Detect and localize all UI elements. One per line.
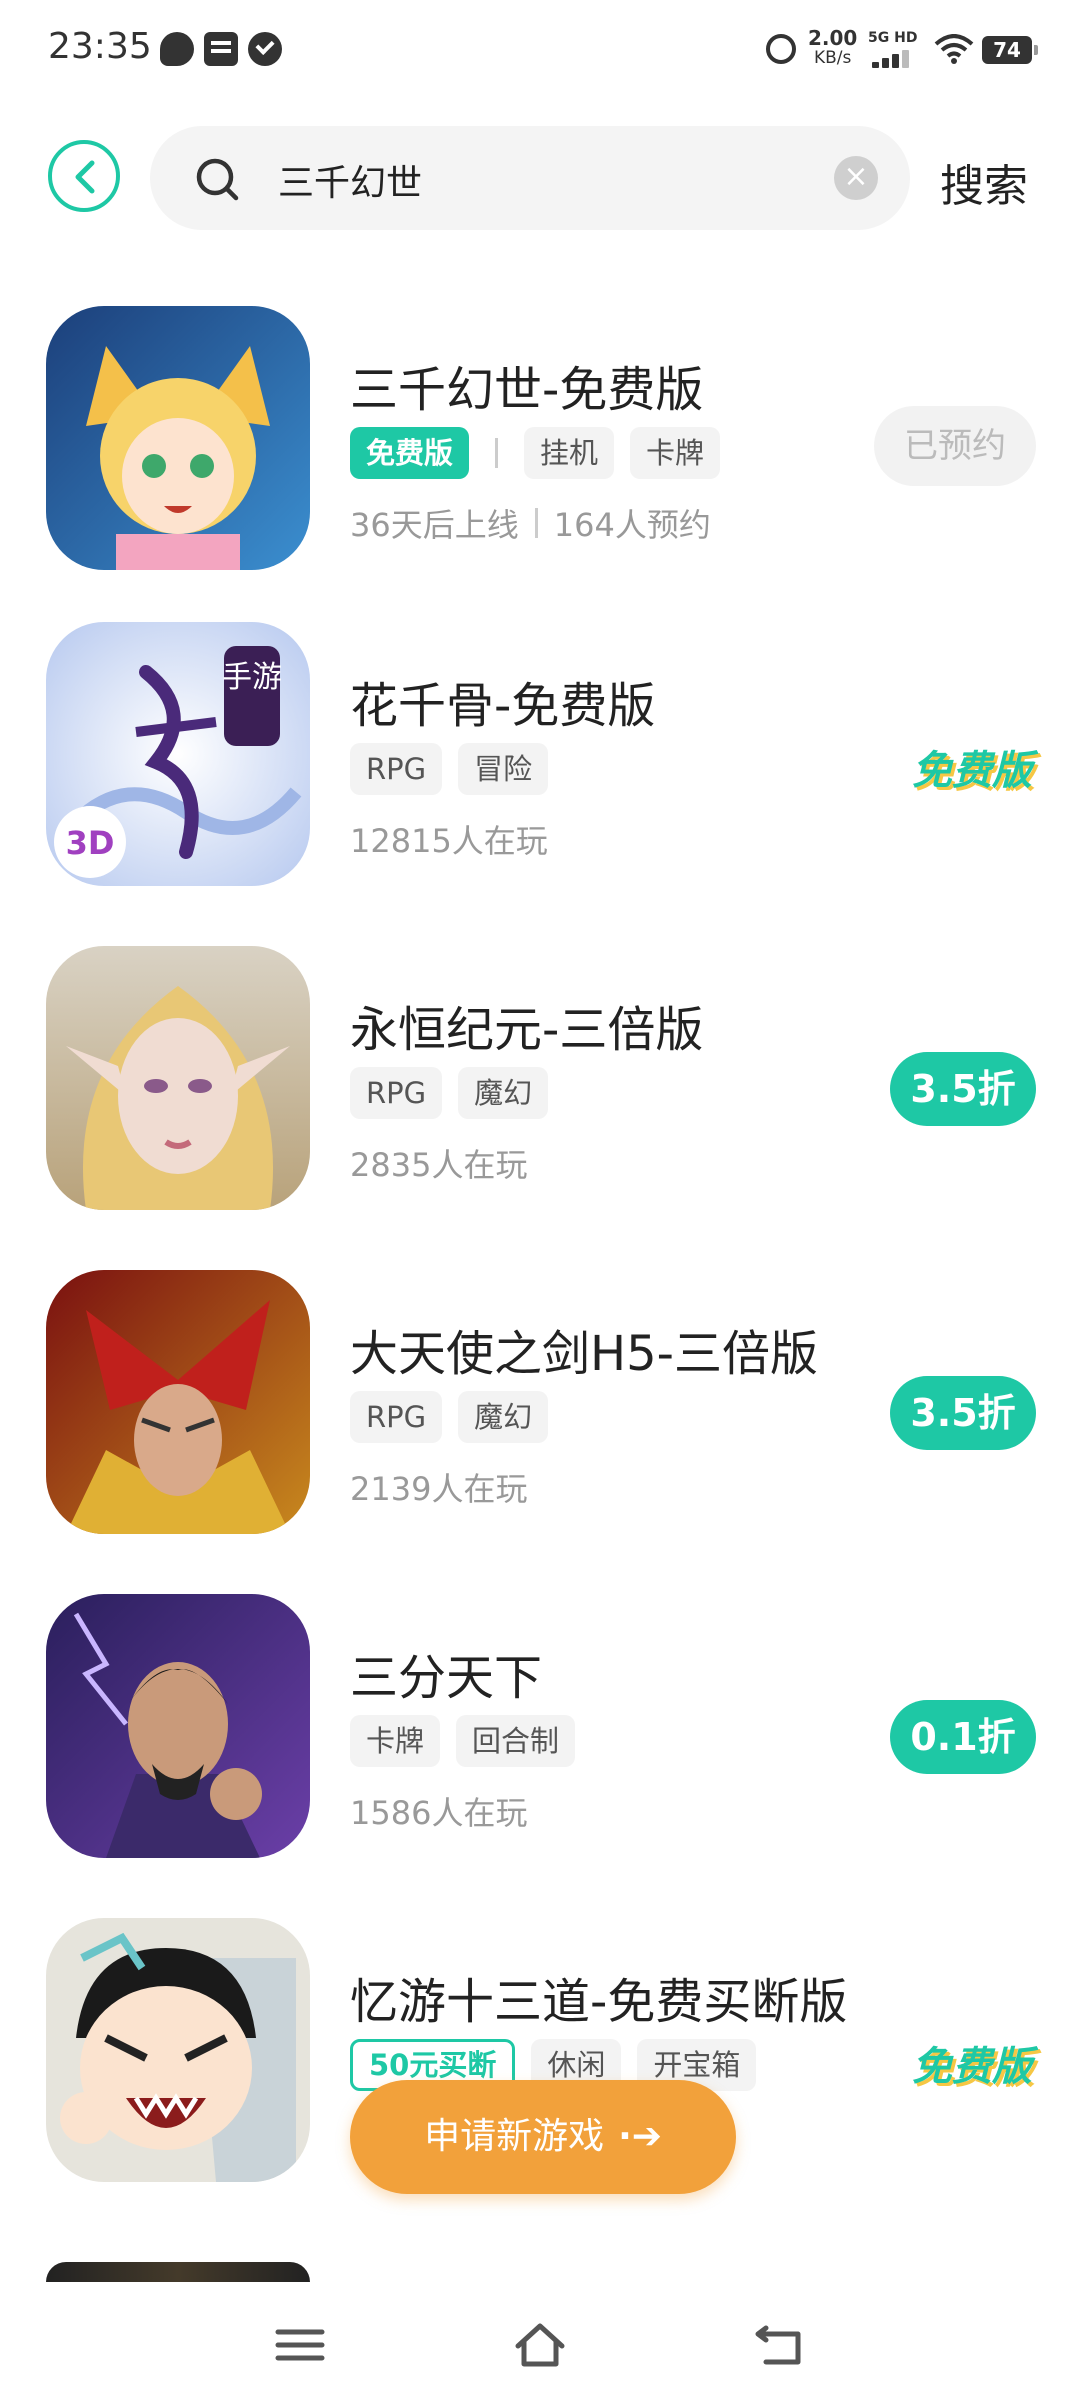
game-icon-yiyoushisandao[interactable]	[46, 1918, 310, 2182]
search-icon	[196, 158, 239, 201]
tag: 卡牌	[630, 427, 721, 479]
reserved-button[interactable]: 已预约	[874, 406, 1036, 486]
player-count: 12815人在玩	[350, 822, 548, 860]
game-icon-huaqiangu[interactable]: 手游 3D	[46, 622, 310, 886]
game-icon-yonghengjiyuan[interactable]	[46, 946, 310, 1210]
system-nav-bar	[0, 2290, 1080, 2400]
network-speed: 2.00 KB/s	[808, 28, 857, 68]
divider	[495, 438, 499, 468]
reservation-count: 164人预约	[553, 506, 711, 544]
game-meta: 12815人在玩	[350, 816, 548, 862]
list-item[interactable]: 手游 3D 花千骨-免费版 RPG 冒险 12815人在玩 免费版	[0, 622, 1080, 922]
tag-list: RPG 冒险	[350, 742, 564, 796]
icon-label: 手游	[222, 660, 282, 695]
status-bar: 23:35 2.00 KB/s 5G HD 74	[0, 0, 1080, 100]
chevron-left-icon	[75, 160, 95, 194]
network-type: 5G HD	[868, 30, 918, 46]
discount-button[interactable]: 3.5折	[890, 1376, 1036, 1450]
game-title: 三分天下	[350, 1650, 543, 1706]
arrow-right-icon: ·➔	[618, 2116, 662, 2157]
game-meta: 2139人在玩	[350, 1464, 527, 1510]
clear-icon[interactable]: ×	[834, 156, 878, 200]
tag-list: 免费版 挂机 卡牌	[350, 426, 736, 480]
search-button[interactable]: 搜索	[940, 150, 1028, 214]
game-title: 永恒纪元-三倍版	[350, 1002, 704, 1058]
message-notification-icon	[160, 32, 194, 66]
game-title: 花千骨-免费版	[350, 678, 656, 734]
game-title: 三千幻世-免费版	[350, 362, 704, 418]
back-button[interactable]	[48, 140, 120, 212]
game-icon-sanfentianxia[interactable]	[46, 1594, 310, 1858]
tag-list: 卡牌 回合制	[350, 1714, 591, 1768]
search-query: 三千幻世	[278, 163, 423, 204]
tag: RPG	[350, 1067, 443, 1119]
discount-button[interactable]: 3.5折	[890, 1052, 1036, 1126]
player-count: 1586人在玩	[350, 1794, 528, 1832]
battery-icon: 74	[982, 36, 1038, 64]
signal-icon	[872, 50, 918, 68]
tag-list: RPG 魔幻	[350, 1066, 564, 1120]
game-meta: 36天后上线 164人预约	[350, 500, 711, 546]
tag: 魔幻	[458, 1391, 549, 1443]
game-title: 忆游十三道-免费买断版	[350, 1974, 848, 2030]
tag: 挂机	[524, 427, 615, 479]
tag: 魔幻	[458, 1067, 549, 1119]
wifi-icon	[934, 34, 974, 64]
list-item[interactable]: 三千幻世-免费版 免费版 挂机 卡牌 36天后上线 164人预约 已预约	[0, 306, 1080, 606]
free-version-badge[interactable]: 免费版	[912, 2034, 1032, 2092]
discount-button[interactable]: 0.1折	[890, 1700, 1036, 1774]
home-icon[interactable]	[512, 2320, 568, 2370]
tag-list: RPG 魔幻	[350, 1390, 564, 1444]
back-nav-icon[interactable]	[752, 2320, 808, 2370]
player-count: 2139人在玩	[350, 1470, 528, 1508]
free-version-badge[interactable]: 免费版	[912, 738, 1032, 796]
tag: 冒险	[458, 743, 549, 795]
game-title: 大天使之剑H5-三倍版	[350, 1326, 818, 1382]
player-count: 2835人在玩	[350, 1146, 528, 1184]
tag: RPG	[350, 743, 443, 795]
app-notification-icon	[204, 32, 238, 66]
check-notification-icon	[248, 32, 282, 66]
icon-label: 3D	[66, 824, 115, 862]
game-meta: 2835人在玩	[350, 1140, 527, 1186]
tag: 回合制	[456, 1715, 576, 1767]
divider	[534, 508, 538, 538]
game-meta: 1586人在玩	[350, 1788, 527, 1834]
status-time: 23:35	[48, 26, 152, 67]
network-speed-value: 2.00	[808, 26, 858, 50]
apply-new-game-label: 申请新游戏	[424, 2116, 605, 2157]
list-item[interactable]: 永恒纪元-三倍版 RPG 魔幻 2835人在玩 3.5折	[0, 946, 1080, 1246]
tag: RPG	[350, 1391, 443, 1443]
next-game-icon-partial	[46, 2262, 310, 2282]
list-item[interactable]: 三分天下 卡牌 回合制 1586人在玩 0.1折	[0, 1594, 1080, 1894]
list-item[interactable]: 大天使之剑H5-三倍版 RPG 魔幻 2139人在玩 3.5折	[0, 1270, 1080, 1570]
release-countdown: 36天后上线	[350, 506, 519, 544]
game-icon-sanqianhuanshi[interactable]	[46, 306, 310, 570]
search-input[interactable]: 三千幻世 ×	[150, 126, 910, 230]
tag: 免费版	[350, 427, 470, 479]
tag: 卡牌	[350, 1715, 441, 1767]
alarm-icon	[766, 34, 796, 64]
network-speed-unit: KB/s	[813, 48, 852, 68]
apply-new-game-button[interactable]: 申请新游戏 ·➔	[350, 2080, 736, 2194]
menu-icon[interactable]	[272, 2320, 328, 2370]
game-icon-datianshizhijian[interactable]	[46, 1270, 310, 1534]
